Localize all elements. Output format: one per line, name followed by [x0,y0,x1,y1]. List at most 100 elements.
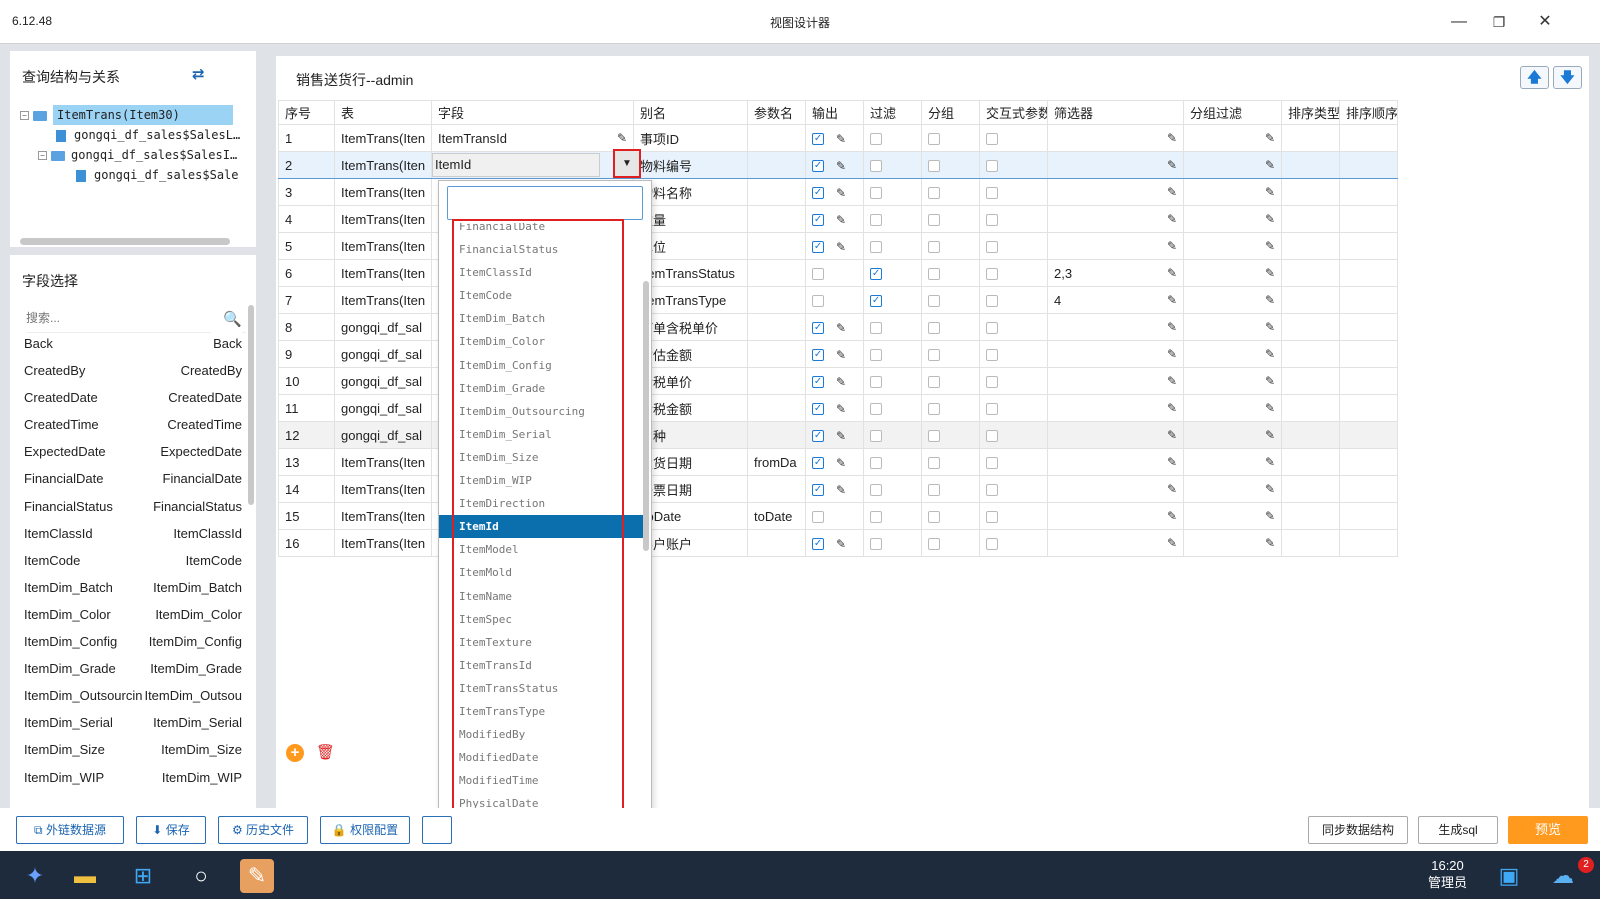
sort-type-cell[interactable] [1281,394,1341,422]
sort-type-cell[interactable] [1281,448,1341,476]
param-cell[interactable]: fromDa [747,448,807,476]
group-filter-cell[interactable]: ✎ [1183,151,1283,179]
filter-checkbox[interactable] [870,430,883,443]
interactive-param-checkbox[interactable] [986,457,999,470]
minimize-icon[interactable]: — [1444,10,1474,34]
column-header[interactable]: 别名 [633,100,749,125]
output-checkbox[interactable] [812,268,825,281]
group-checkbox[interactable] [928,295,941,308]
pencil-icon[interactable]: ✎ [1265,185,1275,199]
field-list-item[interactable]: ExpectedDate ExpectedDate [14,438,250,466]
group-checkbox[interactable] [928,457,941,470]
app-logo-icon[interactable]: ✦ [18,859,52,893]
sort-order-cell[interactable] [1339,394,1399,422]
sort-type-cell[interactable] [1281,367,1341,395]
group-checkbox[interactable] [928,241,941,254]
field-list-item[interactable]: CreatedTime CreatedTime [14,411,250,439]
filter-checkbox[interactable] [870,349,883,362]
filter-value-cell[interactable]: ✎ [1047,394,1185,422]
field-list-item[interactable]: CreatedDate CreatedDate [14,384,250,412]
filter-checkbox[interactable] [870,457,883,470]
group-filter-cell[interactable]: ✎ [1183,448,1283,476]
group-filter-cell[interactable]: ✎ [1183,286,1283,314]
filter-value-cell[interactable]: ✎ [1047,151,1185,179]
sort-type-cell[interactable] [1281,286,1341,314]
interactive-param-checkbox[interactable] [986,538,999,551]
output-checkbox[interactable]: ✓ [812,186,825,199]
interactive-param-checkbox[interactable] [986,349,999,362]
group-filter-cell[interactable]: ✎ [1183,529,1283,557]
interactive-param-checkbox[interactable] [986,133,999,146]
edit-icon[interactable]: ✎ [836,537,846,551]
edit-icon[interactable]: ✎ [836,159,846,173]
sort-order-cell[interactable] [1339,367,1399,395]
filter-checkbox[interactable] [870,538,883,551]
pencil-icon[interactable]: ✎ [1167,482,1177,496]
sort-order-cell[interactable] [1339,529,1399,557]
sort-order-cell[interactable] [1339,475,1399,503]
close-icon[interactable]: ✕ [1530,10,1560,34]
sort-type-cell[interactable] [1281,529,1341,557]
sort-type-cell[interactable] [1281,421,1341,449]
pencil-icon[interactable]: ✎ [1167,212,1177,226]
field-list-item[interactable]: ItemDim_Size ItemDim_Size [14,736,250,764]
output-checkbox[interactable]: ✓ [812,537,825,550]
interactive-param-checkbox[interactable] [986,295,999,308]
filter-checkbox[interactable] [870,187,883,200]
pencil-icon[interactable]: ✎ [1167,131,1177,145]
output-checkbox[interactable] [812,295,825,308]
pencil-icon[interactable]: ✎ [1167,536,1177,550]
filter-value-cell[interactable]: ✎ [1047,232,1185,260]
generate-sql-button[interactable]: 生成sql [1418,816,1498,844]
sort-type-cell[interactable] [1281,475,1341,503]
output-checkbox[interactable]: ✓ [812,132,825,145]
swap-icon[interactable]: ⇄ [192,65,205,83]
interactive-param-checkbox[interactable] [986,268,999,281]
column-header[interactable]: 交互式参数 [979,100,1049,125]
permission-button[interactable]: 🔒 权限配置 [320,816,410,844]
group-filter-cell[interactable]: ✎ [1183,124,1283,152]
filter-value-cell[interactable]: ✎ [1047,367,1185,395]
pencil-icon[interactable]: ✎ [1265,374,1275,388]
history-button[interactable]: ⚙ 历史文件 [218,816,308,844]
tree-node[interactable]: gongqi_df_sales$SalesL… [20,125,248,145]
pencil-icon[interactable]: ✎ [1167,239,1177,253]
column-header[interactable]: 排序类型 [1281,100,1341,125]
column-header[interactable]: 字段 [431,100,635,125]
field-dropdown-toggle[interactable]: ▼ [613,149,641,178]
param-cell[interactable] [747,151,807,179]
param-cell[interactable] [747,367,807,395]
pencil-icon[interactable]: ✎ [1265,401,1275,415]
external-datasource-button[interactable]: ⧉ 外链数据源 [16,816,124,844]
group-checkbox[interactable] [928,133,941,146]
pencil-icon[interactable]: ✎ [1167,320,1177,334]
group-checkbox[interactable] [928,376,941,389]
sort-type-cell[interactable] [1281,124,1341,152]
filter-value-cell[interactable]: ✎ [1047,205,1185,233]
group-filter-cell[interactable]: ✎ [1183,340,1283,368]
filter-checkbox[interactable] [870,376,883,389]
param-cell[interactable] [747,529,807,557]
pencil-icon[interactable]: ✎ [1265,320,1275,334]
filter-value-cell[interactable]: 4 ✎ [1047,286,1185,314]
interactive-param-checkbox[interactable] [986,511,999,524]
folder-icon[interactable]: ▬ [68,859,102,893]
field-list-item[interactable]: ItemClassId ItemClassId [14,519,250,547]
column-header[interactable]: 序号 [278,100,335,125]
pencil-icon[interactable]: ✎ [1167,266,1177,280]
param-cell[interactable] [747,259,807,287]
move-down-button[interactable]: 🡇 [1553,66,1582,89]
filter-checkbox[interactable] [870,214,883,227]
sort-order-cell[interactable] [1339,205,1399,233]
param-cell[interactable] [747,475,807,503]
filter-value-cell[interactable]: ✎ [1047,313,1185,341]
output-checkbox[interactable]: ✓ [812,159,825,172]
group-checkbox[interactable] [928,511,941,524]
filter-value-cell[interactable]: ✎ [1047,178,1185,206]
dropdown-search-input[interactable] [447,186,643,220]
edit-icon[interactable]: ✎ [836,456,846,470]
pencil-icon[interactable]: ✎ [1167,347,1177,361]
group-filter-cell[interactable]: ✎ [1183,205,1283,233]
field-list-item[interactable]: ItemCode ItemCode [14,546,250,574]
editor-app-icon[interactable]: ✎ [240,859,274,893]
